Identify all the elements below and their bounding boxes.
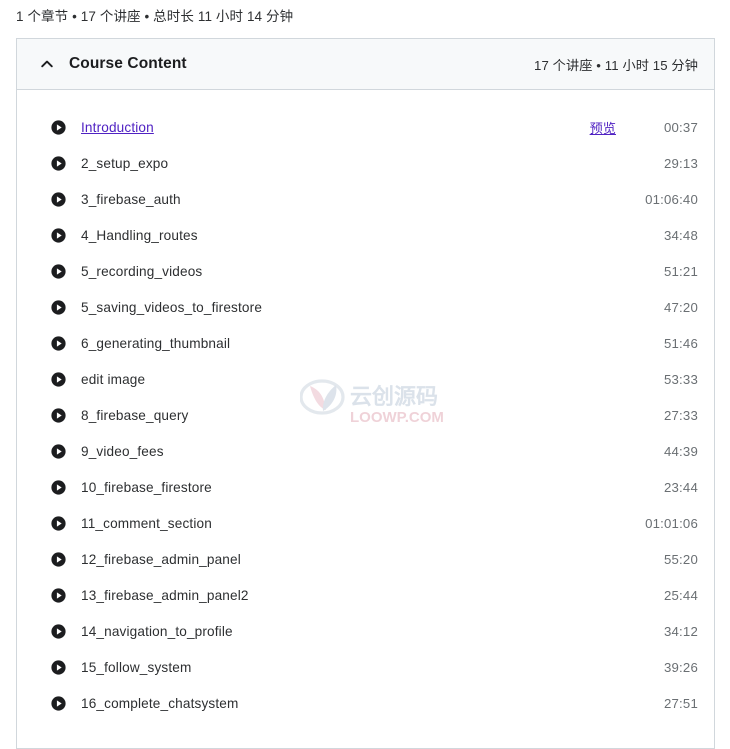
- play-circle-icon[interactable]: [51, 443, 66, 459]
- play-circle-icon[interactable]: [51, 479, 66, 495]
- lecture-title: 16_complete_chatsystem: [81, 695, 239, 711]
- lecture-row[interactable]: 12_firebase_admin_panel 55:20: [17, 541, 714, 577]
- lecture-title: 5_recording_videos: [81, 263, 203, 279]
- play-circle-icon[interactable]: [51, 155, 66, 171]
- lecture-row[interactable]: 14_navigation_to_profile 34:12: [17, 613, 714, 649]
- lecture-duration: 25:44: [663, 587, 698, 603]
- play-circle-icon[interactable]: [51, 371, 66, 387]
- lecture-duration: 29:13: [663, 155, 698, 171]
- lecture-row[interactable]: 4_Handling_routes 34:48: [17, 217, 714, 253]
- lecture-duration: 53:33: [663, 371, 698, 387]
- lecture-duration: 23:44: [663, 479, 698, 495]
- lecture-title: 4_Handling_routes: [81, 227, 198, 243]
- play-circle-icon[interactable]: [51, 119, 66, 135]
- lecture-duration: 27:33: [663, 407, 698, 423]
- lecture-row[interactable]: 13_firebase_admin_panel2 25:44: [17, 577, 714, 613]
- lecture-row[interactable]: 2_setup_expo 29:13: [17, 145, 714, 181]
- lecture-duration: 34:48: [663, 227, 698, 243]
- play-circle-icon[interactable]: [51, 227, 66, 243]
- lecture-row[interactable]: edit image 53:33: [17, 361, 714, 397]
- lecture-duration: 47:20: [663, 299, 698, 315]
- section-meta: 17 个讲座 • 11 小时 15 分钟: [534, 57, 698, 73]
- section-header-toggle[interactable]: Course Content 17 个讲座 • 11 小时 15 分钟: [17, 39, 714, 90]
- lecture-list: Introduction 预览 00:37 2_setup_expo 29:13 3_fi…: [17, 90, 714, 748]
- lecture-duration: 55:20: [663, 551, 698, 567]
- play-circle-icon[interactable]: [51, 623, 66, 639]
- lecture-duration: 51:46: [663, 335, 698, 351]
- lecture-title: 12_firebase_admin_panel: [81, 551, 241, 567]
- play-circle-icon[interactable]: [51, 695, 66, 711]
- lecture-duration: 39:26: [663, 659, 698, 675]
- lecture-duration: 34:12: [663, 623, 698, 639]
- lecture-duration: 01:01:06: [645, 515, 698, 531]
- lecture-row[interactable]: 9_video_fees 44:39: [17, 433, 714, 469]
- course-content-panel: Course Content 17 个讲座 • 11 小时 15 分钟 云创源码…: [16, 38, 715, 749]
- lecture-title: 14_navigation_to_profile: [81, 623, 233, 639]
- lecture-title: 5_saving_videos_to_firestore: [81, 299, 263, 315]
- lecture-row[interactable]: 6_generating_thumbnail 51:46: [17, 325, 714, 361]
- lecture-title-link[interactable]: Introduction: [81, 120, 154, 135]
- lecture-title: 8_firebase_query: [81, 407, 189, 423]
- lecture-title: 3_firebase_auth: [81, 191, 181, 207]
- lecture-title: 15_follow_system: [81, 659, 192, 675]
- lecture-title: 2_setup_expo: [81, 155, 169, 171]
- play-circle-icon[interactable]: [51, 551, 66, 567]
- lecture-row[interactable]: 16_complete_chatsystem 27:51: [17, 685, 714, 721]
- lecture-duration: 01:06:40: [645, 191, 698, 207]
- play-circle-icon[interactable]: [51, 659, 66, 675]
- lecture-duration: 27:51: [663, 695, 698, 711]
- lecture-row[interactable]: 8_firebase_query 27:33: [17, 397, 714, 433]
- play-circle-icon[interactable]: [51, 335, 66, 351]
- lecture-row[interactable]: 10_firebase_firestore 23:44: [17, 469, 714, 505]
- lecture-row[interactable]: 3_firebase_auth 01:06:40: [17, 181, 714, 217]
- lecture-title: edit image: [81, 371, 146, 387]
- course-summary-line: 1 个章节 • 17 个讲座 • 总时长 11 小时 14 分钟: [16, 9, 294, 24]
- lecture-duration: 44:39: [663, 443, 698, 459]
- lecture-title: 9_video_fees: [81, 443, 164, 459]
- play-circle-icon[interactable]: [51, 299, 66, 315]
- lecture-row[interactable]: 5_recording_videos 51:21: [17, 253, 714, 289]
- play-circle-icon[interactable]: [51, 191, 66, 207]
- lecture-row[interactable]: 11_comment_section 01:01:06: [17, 505, 714, 541]
- lecture-title: 11_comment_section: [81, 515, 212, 531]
- lecture-duration: 51:21: [663, 263, 698, 279]
- lecture-title: 10_firebase_firestore: [81, 479, 212, 495]
- lecture-duration: 00:37: [663, 119, 698, 135]
- lecture-row[interactable]: 5_saving_videos_to_firestore 47:20: [17, 289, 714, 325]
- lecture-title: 6_generating_thumbnail: [81, 335, 231, 351]
- lecture-row[interactable]: Introduction 预览 00:37: [17, 109, 714, 145]
- play-circle-icon[interactable]: [51, 263, 66, 279]
- play-circle-icon[interactable]: [51, 587, 66, 603]
- lecture-title: 13_firebase_admin_panel2: [81, 587, 249, 603]
- play-circle-icon[interactable]: [51, 407, 66, 423]
- chevron-up-icon[interactable]: [39, 56, 55, 72]
- section-title: Course Content: [69, 55, 187, 72]
- play-circle-icon[interactable]: [51, 515, 66, 531]
- lecture-row[interactable]: 15_follow_system 39:26: [17, 649, 714, 685]
- preview-link[interactable]: 预览: [590, 118, 616, 137]
